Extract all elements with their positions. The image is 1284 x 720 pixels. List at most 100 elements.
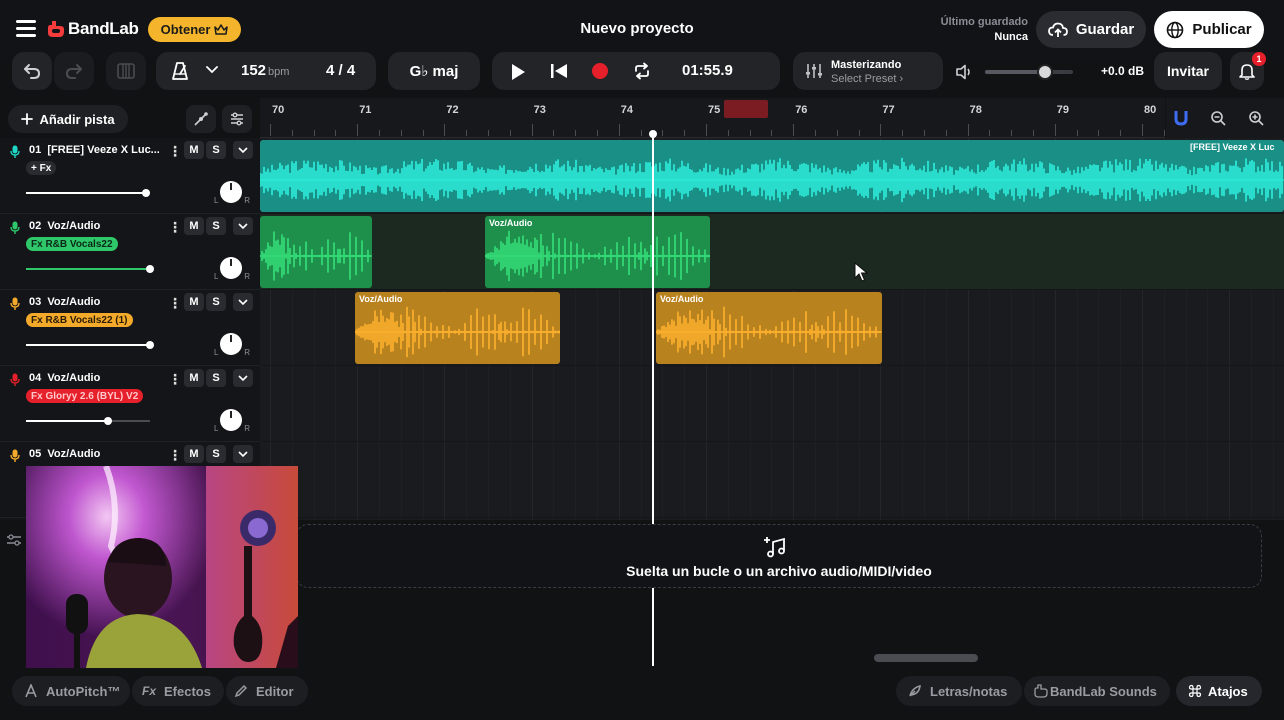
record-button[interactable]: [592, 63, 608, 79]
zoom-in-icon[interactable]: [1248, 110, 1264, 126]
track-expand-button[interactable]: [233, 293, 253, 311]
track-volume-slider[interactable]: [26, 417, 150, 425]
track-volume-slider[interactable]: [26, 189, 151, 197]
autopitch-button[interactable]: AutoPitch™: [12, 676, 130, 706]
track-name[interactable]: 03 Voz/Audio: [29, 296, 159, 308]
clip-track-02a[interactable]: [260, 216, 372, 288]
piano-keys-button[interactable]: [106, 52, 146, 90]
solo-button[interactable]: S: [206, 369, 226, 387]
zoom-out-icon[interactable]: [1210, 110, 1226, 126]
skip-to-start-icon[interactable]: [550, 63, 568, 79]
track-header-03[interactable]: 03 Voz/Audio Fx R&B Vocals22 (1) ⋮ M S L R: [0, 290, 260, 366]
track-options-icon[interactable]: ⋮: [168, 143, 182, 160]
play-icon[interactable]: [510, 63, 526, 81]
track-options-icon[interactable]: ⋮: [168, 295, 182, 312]
track-name[interactable]: 02 Voz/Audio: [29, 220, 159, 232]
lyrics-notes-button[interactable]: Letras/notas: [896, 676, 1022, 706]
fx-chip[interactable]: Fx R&B Vocals22 (1): [26, 313, 133, 327]
track-volume-slider[interactable]: [26, 341, 154, 349]
lane-track-01[interactable]: [FREE] Veeze X Luc: [260, 138, 1284, 214]
track-settings-button[interactable]: [222, 105, 252, 133]
timeline-ruler[interactable]: 70 71 72 73 74 75 76 77 78 79 80: [260, 98, 1209, 138]
mute-button[interactable]: M: [184, 445, 204, 463]
drop-zone[interactable]: Suelta un bucle o un archivo audio/MIDI/…: [296, 524, 1262, 588]
clip-track-03a[interactable]: Voz/Audio: [355, 292, 560, 364]
chevron-down-icon[interactable]: [206, 65, 218, 75]
add-track-button[interactable]: Añadir pista: [8, 105, 128, 133]
bandlab-sounds-button[interactable]: BandLab Sounds: [1024, 676, 1170, 706]
project-title[interactable]: Nuevo proyecto: [560, 20, 714, 37]
effects-button[interactable]: Fx Efectos: [132, 676, 224, 706]
bandlab-logo[interactable]: BandLab: [48, 18, 139, 40]
mute-button[interactable]: M: [184, 141, 204, 159]
track-name[interactable]: 01 [FREE] Veeze X Luc...: [29, 144, 159, 156]
track-name[interactable]: 05 Voz/Audio: [29, 448, 159, 460]
shortcuts-button[interactable]: Atajos: [1176, 676, 1262, 706]
track-volume-knob[interactable]: [146, 341, 154, 349]
loop-region-marker[interactable]: [724, 100, 768, 118]
mixer-icon[interactable]: [6, 533, 22, 547]
metronome-icon[interactable]: [170, 61, 190, 81]
solo-button[interactable]: S: [206, 217, 226, 235]
clip-track-02b[interactable]: Voz/Audio: [485, 216, 710, 288]
track-header-01[interactable]: 01 [FREE] Veeze X Luc... + Fx ⋮ M S L R: [0, 138, 260, 214]
track-volume-knob[interactable]: [142, 189, 151, 197]
track-header-02[interactable]: 02 Voz/Audio Fx R&B Vocals22 ⋮ M S L R: [0, 214, 260, 290]
track-expand-button[interactable]: [233, 445, 253, 463]
track-name[interactable]: 04 Voz/Audio: [29, 372, 159, 384]
invite-button[interactable]: Invitar: [1154, 52, 1222, 90]
clip-track-01[interactable]: [FREE] Veeze X Luc: [260, 140, 1284, 212]
editor-button[interactable]: Editor: [226, 676, 308, 706]
track-volume-fill: [26, 192, 147, 194]
master-volume-knob[interactable]: [1036, 64, 1053, 80]
track-volume-knob[interactable]: [103, 417, 112, 425]
track-expand-button[interactable]: [233, 369, 253, 387]
playhead-handle[interactable]: [649, 130, 657, 138]
key-selector[interactable]: G♭ maj: [388, 52, 480, 90]
automation-button[interactable]: [186, 105, 216, 133]
lane-track-04[interactable]: [260, 366, 1284, 442]
solo-button[interactable]: S: [206, 445, 226, 463]
track-header-04[interactable]: 04 Voz/Audio Fx Gloryy 2.6 (BYL) V2 ⋮ M S L R: [0, 366, 260, 442]
mastering-control[interactable]: Masterizando Select Preset ›: [793, 52, 943, 90]
mute-button[interactable]: M: [184, 293, 204, 311]
lane-track-02[interactable]: Voz/Audio: [260, 214, 1284, 290]
solo-button[interactable]: S: [206, 141, 226, 159]
magnet-snap-icon[interactable]: [1174, 110, 1188, 126]
ruler-bar-number: 80: [1144, 104, 1157, 116]
horizontal-scrollbar[interactable]: [874, 654, 978, 662]
mute-button[interactable]: M: [184, 217, 204, 235]
track-options-icon[interactable]: ⋮: [168, 447, 182, 464]
master-volume-slider[interactable]: [985, 64, 1073, 80]
solo-button[interactable]: S: [206, 293, 226, 311]
ruler-tick: [488, 130, 489, 136]
track-expand-button[interactable]: [233, 141, 253, 159]
lane-track-05[interactable]: [260, 442, 1284, 518]
menu-icon[interactable]: [16, 20, 36, 37]
lane-track-03[interactable]: Voz/Audio Voz/Audio: [260, 290, 1284, 366]
fx-chip[interactable]: + Fx: [26, 161, 57, 175]
mute-button[interactable]: M: [184, 369, 204, 387]
undo-button[interactable]: [12, 52, 52, 90]
time-signature[interactable]: 4 / 4: [326, 62, 355, 79]
speaker-icon[interactable]: [955, 64, 973, 80]
ruler-tick: [989, 130, 991, 136]
tempo-control[interactable]: 152 bpm 4 / 4: [156, 52, 376, 90]
save-button[interactable]: Guardar: [1036, 11, 1146, 48]
track-volume-slider[interactable]: [26, 265, 154, 273]
fx-chip[interactable]: Fx R&B Vocals22: [26, 237, 118, 251]
track-volume-knob[interactable]: [146, 265, 154, 273]
track-options-icon[interactable]: ⋮: [168, 371, 182, 388]
get-membership-button[interactable]: Obtener: [148, 17, 241, 42]
arrangement-lanes[interactable]: [FREE] Veeze X Luc Voz/Audio Voz/Audio V…: [260, 138, 1284, 520]
publish-button[interactable]: Publicar: [1154, 11, 1264, 48]
bpm-value[interactable]: 152 bpm: [241, 62, 289, 79]
track-options-icon[interactable]: ⋮: [168, 219, 182, 236]
redo-button[interactable]: [54, 52, 94, 90]
fx-chip[interactable]: Fx Gloryy 2.6 (BYL) V2: [26, 389, 144, 403]
track-expand-button[interactable]: [233, 217, 253, 235]
clip-track-03b[interactable]: Voz/Audio: [656, 292, 882, 364]
select-preset-link[interactable]: Select Preset ›: [831, 73, 903, 85]
fx-icon: Fx: [142, 684, 157, 698]
loop-icon[interactable]: [633, 62, 651, 80]
